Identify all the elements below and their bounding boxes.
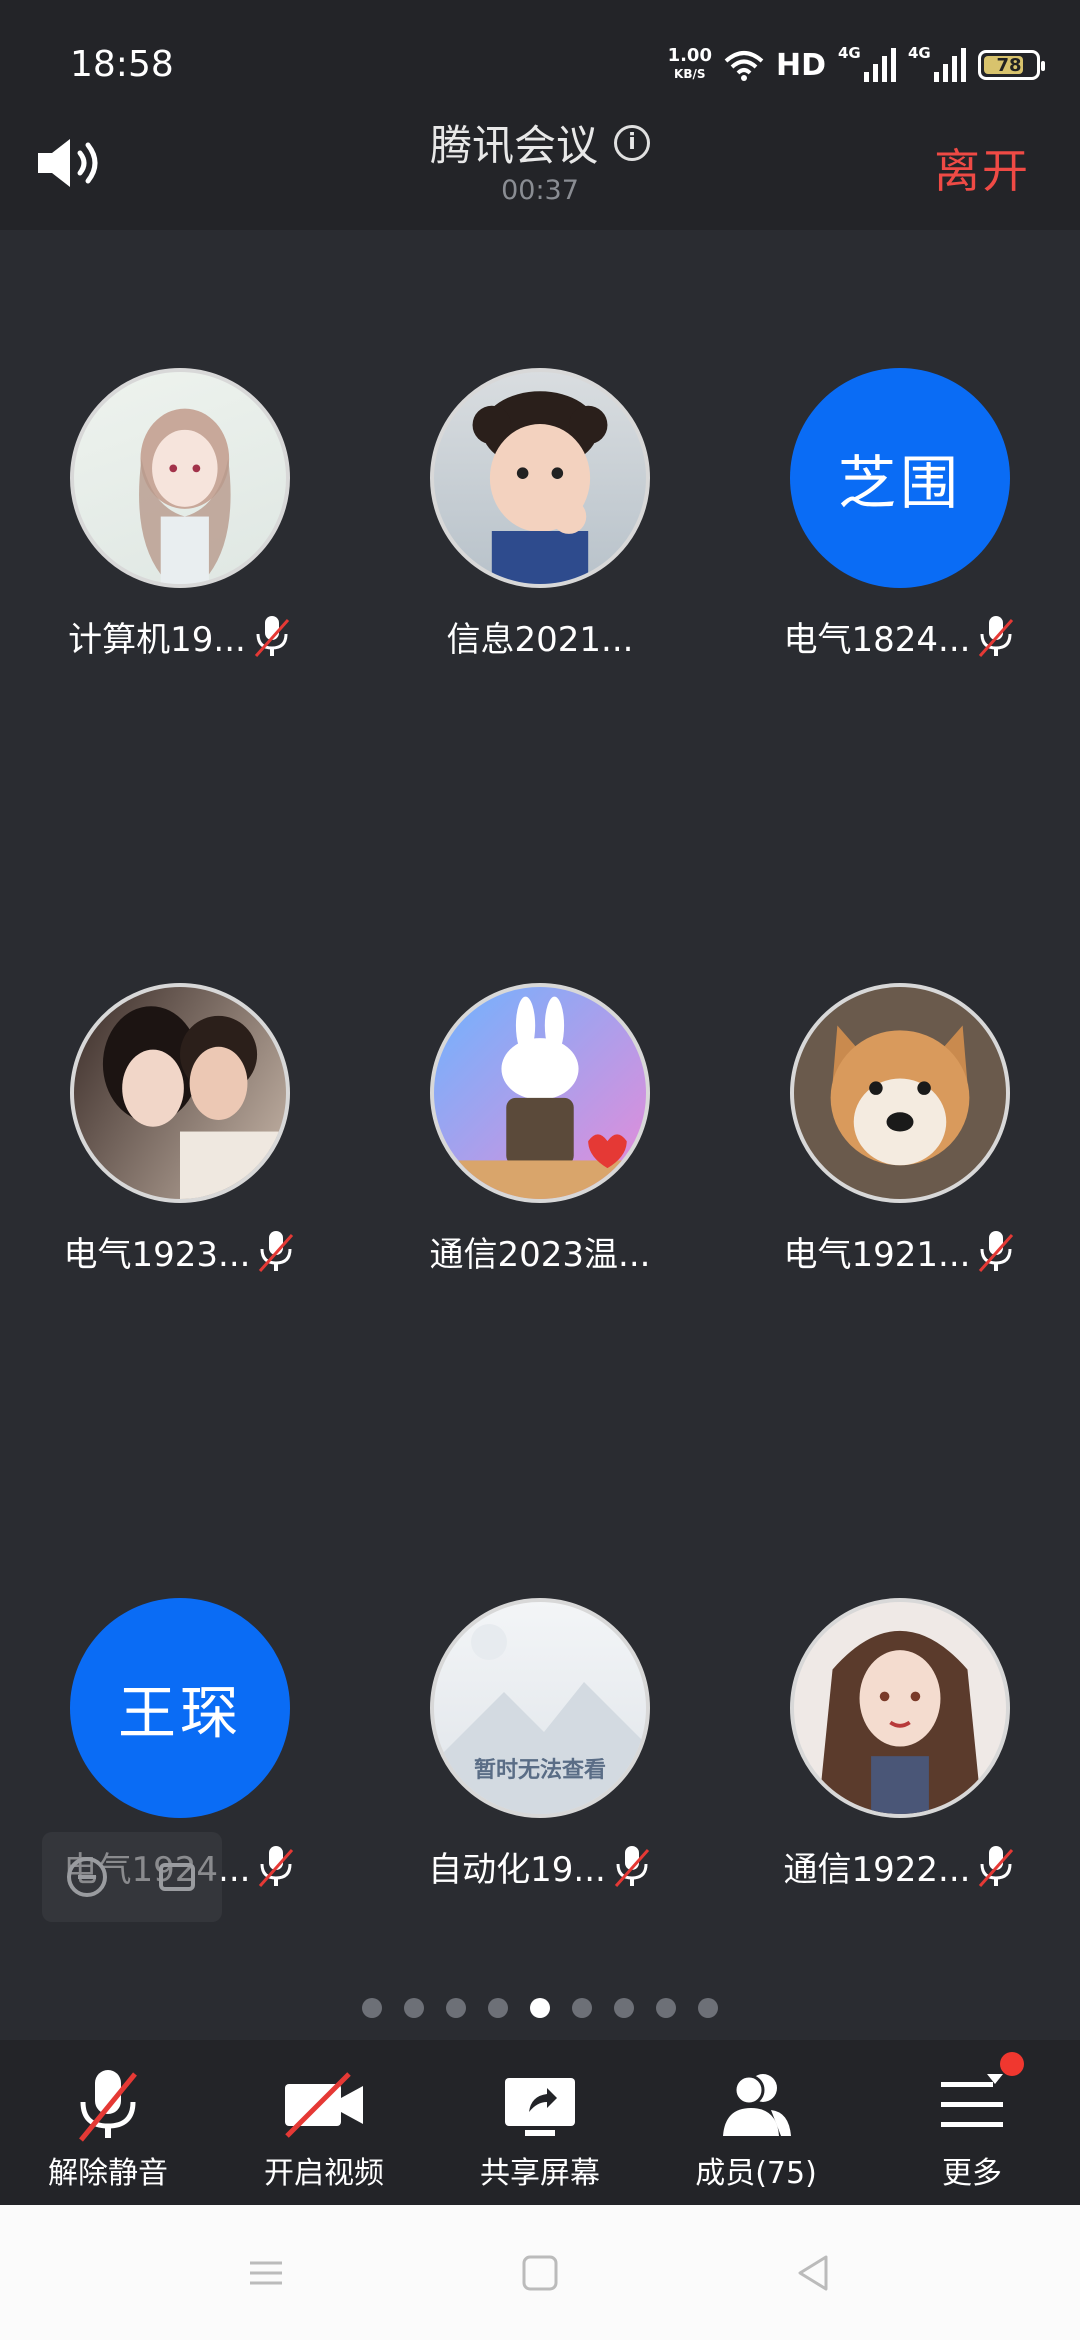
participant-name-row: 通信2023温... xyxy=(360,1227,720,1276)
participant-tile[interactable]: 信息2021... xyxy=(360,230,720,660)
home-icon[interactable] xyxy=(518,2251,562,2295)
notification-dot xyxy=(1000,2052,1024,2076)
battery-icon: 78 xyxy=(978,50,1045,80)
participant-name: 电气1824... xyxy=(783,620,971,660)
bottom-toolbar: 解除静音 开启视频 共享屏幕 成员(75) 更多 xyxy=(0,2040,1080,2205)
hd-indicator: HD xyxy=(775,47,826,83)
dog-avatar xyxy=(790,983,1010,1203)
meeting-timer: 00:37 xyxy=(501,175,579,206)
placeholder-avatar: 暂时无法查看 xyxy=(430,1598,650,1818)
participant-name-row: 信息2021... xyxy=(360,612,720,661)
avatar-caption: 暂时无法查看 xyxy=(473,1758,606,1783)
wifi-icon xyxy=(724,51,764,81)
participant-grid: 计算机19... 信息2021... 芝围 电气1824... 电气1923..… xyxy=(0,230,1080,2040)
page-dot[interactable] xyxy=(656,1998,676,2018)
participant-tile[interactable]: 芝围 电气1824... xyxy=(720,230,1080,660)
participant-name-row: 通信1922... xyxy=(720,1842,1080,1891)
participant-name: 通信1922... xyxy=(783,1850,971,1890)
child-avatar xyxy=(430,368,650,588)
participant-name: 自动化19... xyxy=(428,1850,606,1890)
participant-tile[interactable]: 通信1922... xyxy=(720,1460,1080,1890)
back-icon[interactable] xyxy=(792,2251,836,2295)
participant-name-row: 电气1921... xyxy=(720,1227,1080,1276)
participant-name-row: 计算机19... xyxy=(0,612,360,661)
page-dot[interactable] xyxy=(530,1998,550,2018)
mic-muted-icon xyxy=(259,1845,294,1887)
more-button[interactable]: 更多 xyxy=(864,2040,1080,2205)
page-dot[interactable] xyxy=(572,1998,592,2018)
page-dot[interactable] xyxy=(698,1998,718,2018)
mic-muted-icon xyxy=(979,615,1014,657)
page-dot[interactable] xyxy=(362,1998,382,2018)
status-icons: 1.00 KB/S HD 4G 4G 78 xyxy=(667,40,1045,90)
menu-icon xyxy=(941,2074,1003,2127)
page-dot[interactable] xyxy=(404,1998,424,2018)
members-button[interactable]: 成员(75) xyxy=(648,2040,864,2205)
participant-tile[interactable]: 暂时无法查看 自动化19... xyxy=(360,1460,720,1890)
mic-muted-icon xyxy=(79,2070,137,2142)
recent-apps-icon[interactable] xyxy=(244,2251,288,2295)
signal-icon: 4G xyxy=(838,44,896,82)
couple-avatar xyxy=(70,983,290,1203)
leave-button[interactable]: 离开 xyxy=(934,135,1030,201)
participant-tile[interactable]: 王琛 电气1924... xyxy=(0,1460,360,1890)
participant-tile[interactable]: 电气1921... xyxy=(720,845,1080,1275)
drag-handle-icon[interactable] xyxy=(153,1853,201,1901)
mic-muted-icon xyxy=(259,1230,294,1272)
network-speed: 1.00 KB/S xyxy=(667,45,712,82)
meeting-title: 腾讯会议 i xyxy=(0,112,1080,173)
anime-girl-avatar xyxy=(70,368,290,588)
unmute-button[interactable]: 解除静音 xyxy=(0,2040,216,2205)
signal-icon-2: 4G xyxy=(908,44,966,82)
start-video-button[interactable]: 开启视频 xyxy=(216,2040,432,2205)
participant-name: 计算机19... xyxy=(68,620,246,660)
participant-tile[interactable]: 通信2023温... xyxy=(360,845,720,1275)
share-screen-button[interactable]: 共享屏幕 xyxy=(432,2040,648,2205)
participant-name: 通信2023温... xyxy=(429,1235,651,1275)
members-icon xyxy=(723,2074,791,2136)
participant-tile[interactable]: 电气1923... xyxy=(0,845,360,1275)
participant-name: 电气1921... xyxy=(783,1235,971,1275)
mic-muted-icon xyxy=(979,1230,1014,1272)
page-dot[interactable] xyxy=(446,1998,466,2018)
participant-name: 电气1923... xyxy=(63,1235,251,1275)
top-bar: 18:58 1.00 KB/S HD 4G 4G 78 腾讯会议 i 00:37 … xyxy=(0,0,1080,230)
page-indicator xyxy=(0,1998,1080,2018)
zoom-icon[interactable] xyxy=(63,1853,111,1901)
page-dot[interactable] xyxy=(614,1998,634,2018)
participant-name-row: 自动化19... xyxy=(360,1842,720,1891)
participant-tile[interactable]: 计算机19... xyxy=(0,230,360,660)
share-screen-icon xyxy=(505,2078,575,2136)
participant-name: 信息2021... xyxy=(446,620,634,660)
video-off-icon xyxy=(285,2072,363,2138)
page-dot[interactable] xyxy=(488,1998,508,2018)
mic-muted-icon xyxy=(254,615,289,657)
mic-muted-icon xyxy=(979,1845,1014,1887)
participant-name-row: 电气1824... xyxy=(720,612,1080,661)
participant-name-row: 电气1923... xyxy=(0,1227,360,1276)
anime-woman-avatar xyxy=(790,1598,1010,1818)
initials-avatar: 芝围 xyxy=(790,368,1010,588)
rabbit-avatar xyxy=(430,983,650,1203)
system-nav-bar xyxy=(0,2205,1080,2340)
floating-control[interactable] xyxy=(42,1832,222,1922)
info-icon[interactable]: i xyxy=(614,124,650,161)
mic-muted-icon xyxy=(614,1845,649,1887)
initials-avatar: 王琛 xyxy=(70,1598,290,1818)
status-time: 18:58 xyxy=(70,44,174,85)
